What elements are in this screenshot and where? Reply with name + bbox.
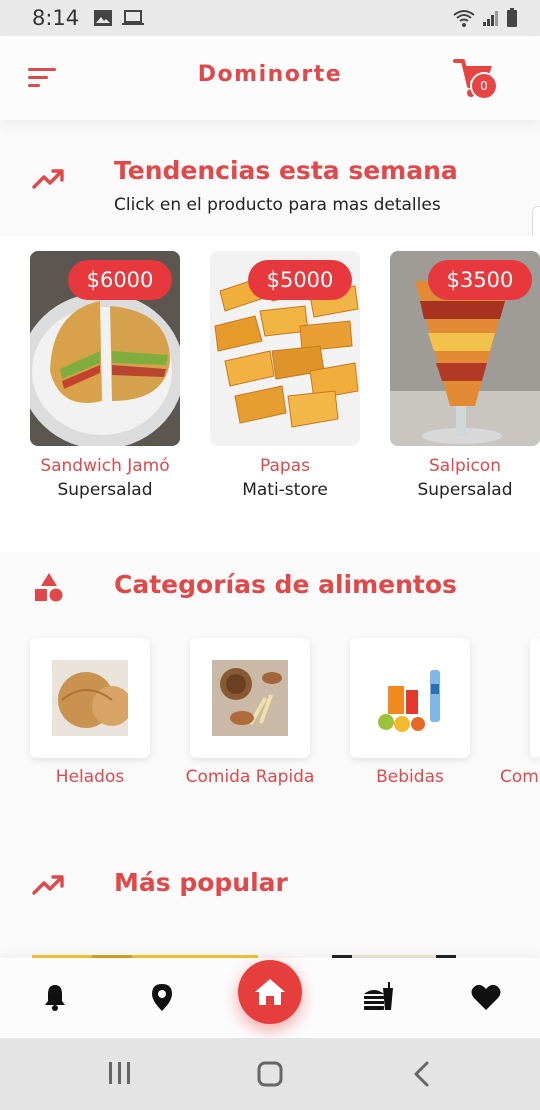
product-name: Sandwich Jamó — [40, 456, 170, 476]
price-badge: $3500 — [428, 260, 532, 300]
product-image-papas: $5000 — [210, 251, 360, 446]
product-store: Supersalad — [417, 480, 513, 500]
trending-up-icon — [32, 169, 64, 189]
popular-header: Más popular — [0, 866, 540, 906]
price-badge: $6000 — [68, 260, 172, 300]
category-card-bebidas[interactable] — [350, 638, 470, 758]
recent-apps-icon[interactable] — [106, 1060, 134, 1086]
category-label: Comida Rapida — [185, 767, 315, 787]
category-card-comida-rapida[interactable] — [190, 638, 310, 758]
wifi-icon — [453, 10, 475, 27]
trending-subtitle: Click en el producto para mas detalles — [114, 195, 441, 215]
status-bar: 8:14 — [0, 0, 540, 36]
trending-title: Tendencias esta semana — [114, 156, 458, 185]
trending-up-icon — [32, 875, 64, 895]
bell-icon[interactable] — [40, 982, 70, 1012]
back-icon[interactable] — [410, 1060, 434, 1088]
category-card-helados[interactable] — [30, 638, 150, 758]
product-name: Salpicon — [429, 456, 501, 476]
product-store: Supersalad — [57, 480, 153, 500]
signal-icon — [483, 11, 498, 26]
home-button[interactable] — [238, 960, 302, 1024]
image-icon — [94, 10, 113, 26]
bottom-navigation — [0, 958, 540, 1038]
home-system-icon[interactable] — [256, 1060, 284, 1088]
category-card-partial[interactable] — [530, 638, 540, 758]
categories-header: Categorías de alimentos — [0, 568, 540, 608]
laptop-icon — [122, 10, 145, 25]
product-name: Papas — [260, 456, 310, 476]
product-card[interactable]: $6000 Sandwich Jamó Supersalad — [30, 251, 180, 500]
category-label: Helados — [55, 767, 125, 787]
battery-icon — [507, 8, 517, 27]
home-icon — [255, 979, 285, 1005]
category-image-helados — [52, 660, 128, 736]
trending-header: Tendencias esta semana Click en el produ… — [0, 150, 540, 230]
burger-drink-icon[interactable] — [362, 980, 394, 1012]
product-card[interactable]: $3500 Salpicon Supersalad — [390, 251, 540, 500]
price-badge: $5000 — [248, 260, 352, 300]
product-image-sandwich: $6000 — [30, 251, 180, 446]
product-image-salpicon: $3500 — [390, 251, 540, 446]
popular-title: Más popular — [114, 868, 288, 897]
status-time: 8:14 — [32, 6, 80, 30]
product-card[interactable]: $5000 Papas Mati-store — [210, 251, 360, 500]
cart-count-badge: 0 — [472, 74, 496, 98]
app-bar: Dominorte — [0, 36, 540, 120]
location-pin-icon[interactable] — [147, 982, 177, 1012]
category-image-bebidas — [372, 660, 448, 736]
heart-icon[interactable] — [470, 982, 502, 1012]
shapes-icon — [35, 573, 63, 602]
category-label: Bebidas — [376, 767, 444, 787]
category-image-comida-rapida — [212, 660, 288, 736]
categories-title: Categorías de alimentos — [114, 570, 457, 599]
category-label: Com — [500, 767, 539, 787]
product-store: Mati-store — [242, 480, 328, 500]
system-navigation-bar — [0, 1038, 540, 1110]
